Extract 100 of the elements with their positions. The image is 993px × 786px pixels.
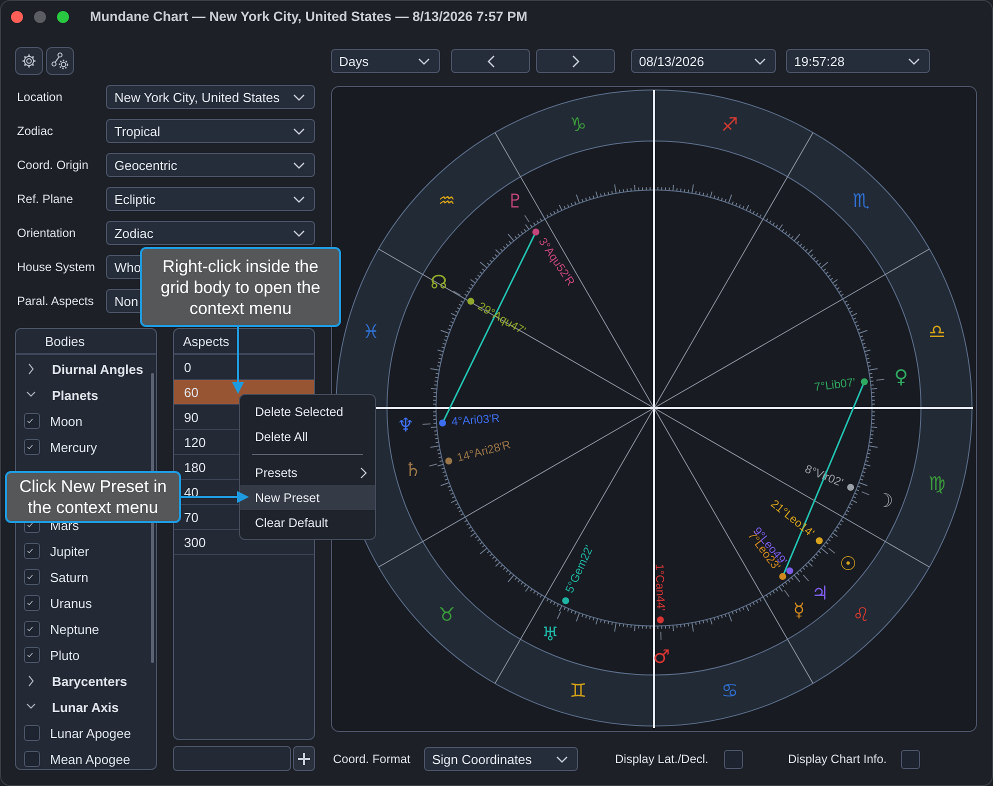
group-label[interactable]: Diurnal Angles [52,362,144,376]
checkmark-icon [27,598,33,608]
checkmark-icon [27,442,33,452]
zoom-button[interactable] [57,10,69,22]
dropdown[interactable]: New York City, United States [106,85,315,109]
settings-button[interactable] [15,47,43,75]
position-label: 7°Lib07' [814,376,856,394]
dropdown[interactable]: Tropical [106,119,315,143]
zodiac-sign: ♋ [721,680,738,702]
checkmark-icon [27,650,33,660]
zodiac-sign: ♌ [852,604,870,626]
dropdown[interactable]: Geocentric [106,153,315,177]
leader-line [422,423,432,425]
body-name: Pluto [50,648,80,662]
checkbox[interactable] [24,439,40,455]
checkbox[interactable] [24,725,40,741]
hint-tooltip: Click New Preset in the context menu [5,471,181,523]
chevron-left-icon [486,54,494,68]
chevron-down-icon [908,58,920,64]
add-button[interactable] [293,746,315,771]
planet-glyph: ♅ [542,623,559,646]
checkbox[interactable] [24,647,40,663]
zodiac-sign: ♐ [721,114,738,136]
arrow [232,326,244,394]
zodiac-sign: ♎ [928,321,946,344]
chevron-right-icon [572,54,580,68]
checkbox[interactable] [24,595,40,611]
checkbox[interactable] [24,413,40,429]
body-name: Saturn [50,570,88,584]
dropdown[interactable]: Ecliptic [106,187,315,211]
period-dropdown[interactable]: Days [331,49,440,73]
chevron-down-icon [556,756,568,762]
chevron-down-icon [293,94,305,100]
body-name: Neptune [50,622,100,636]
close-button[interactable] [11,10,23,22]
field-label: Location [16,90,64,104]
time-dropdown[interactable]: 19:57:28 [786,49,930,73]
chevron-right-icon [360,466,367,478]
option-label: Display Lat./Decl. [615,752,710,766]
planet-glyph: ♆ [397,414,414,437]
group-label[interactable]: Planets [52,388,98,402]
body-name: Jupiter [50,544,90,558]
minimize-button[interactable] [34,10,46,22]
leader-line [524,214,530,222]
zodiac-sign: ♒ [438,190,456,212]
field-label: Zodiac [16,124,54,138]
planet-glyph: ☉ [840,552,857,575]
planet-glyph: ♀ [894,366,908,388]
group-label[interactable]: Lunar Axis [52,700,119,714]
chevron-down-icon [293,230,305,236]
option-label: Display Chart Info. [788,752,888,766]
hint-tooltip: Right-click inside the grid body to open the context menu [140,247,341,327]
chevron-down-icon [418,58,430,64]
position-label: 1°Can44' [652,564,666,612]
planet-glyph: ☿ [793,599,805,622]
body-name: Moon [50,414,83,428]
checkbox[interactable] [724,750,743,768]
leader-line [861,491,870,496]
checkmark-icon [27,624,33,634]
column-header: Bodies [16,329,156,355]
chevron-down-icon [293,128,305,134]
field-label: Coord. Format [332,752,412,766]
menu-item[interactable]: Presets [240,460,375,485]
chevron-right-icon[interactable] [26,675,36,687]
next-button[interactable] [536,49,615,73]
body-name: Mercury [50,440,97,454]
date-dropdown[interactable]: 08/13/2026 [631,49,776,73]
planet-glyph: ☽ [876,490,894,512]
leader-line [876,378,885,381]
checkbox[interactable] [24,751,40,767]
dropdown[interactable]: Zodiac [106,221,315,245]
leader-line [428,463,438,466]
chart-settings-button[interactable] [46,47,74,75]
planet-glyph: ♄ [404,459,422,482]
leader-line [556,611,562,620]
chevron-down-icon [754,58,766,64]
checkbox[interactable] [901,750,920,768]
field-label: Coord. Origin [16,158,90,172]
settings-icon [21,53,37,69]
nodes-gear-icon [51,52,69,70]
checkmark-icon [27,416,33,426]
dropdown[interactable]: Sign Coordinates [424,747,578,771]
input-field[interactable] [173,746,291,771]
checkbox[interactable] [24,569,40,585]
zodiac-sign: ♑ [570,114,587,136]
checkbox[interactable] [24,543,40,559]
zodiac-sign: ♊ [570,680,587,702]
field-label: Ref. Plane [16,192,74,206]
previous-button[interactable] [451,49,530,73]
chevron-down-icon [293,162,305,168]
menu-item[interactable]: New Preset [240,485,375,510]
leader-line [660,631,662,640]
field-label: House System [16,260,96,274]
group-label[interactable]: Barycenters [52,674,128,688]
planet-glyph: ♃ [811,582,828,605]
leader-line [802,574,810,582]
menu-item[interactable]: Delete All [240,424,375,449]
chevron-right-icon[interactable] [26,363,36,375]
window-title: Mundane Chart — New York City, United States — 8/13/2026 7:57 PM [90,9,528,24]
checkbox[interactable] [24,621,40,637]
